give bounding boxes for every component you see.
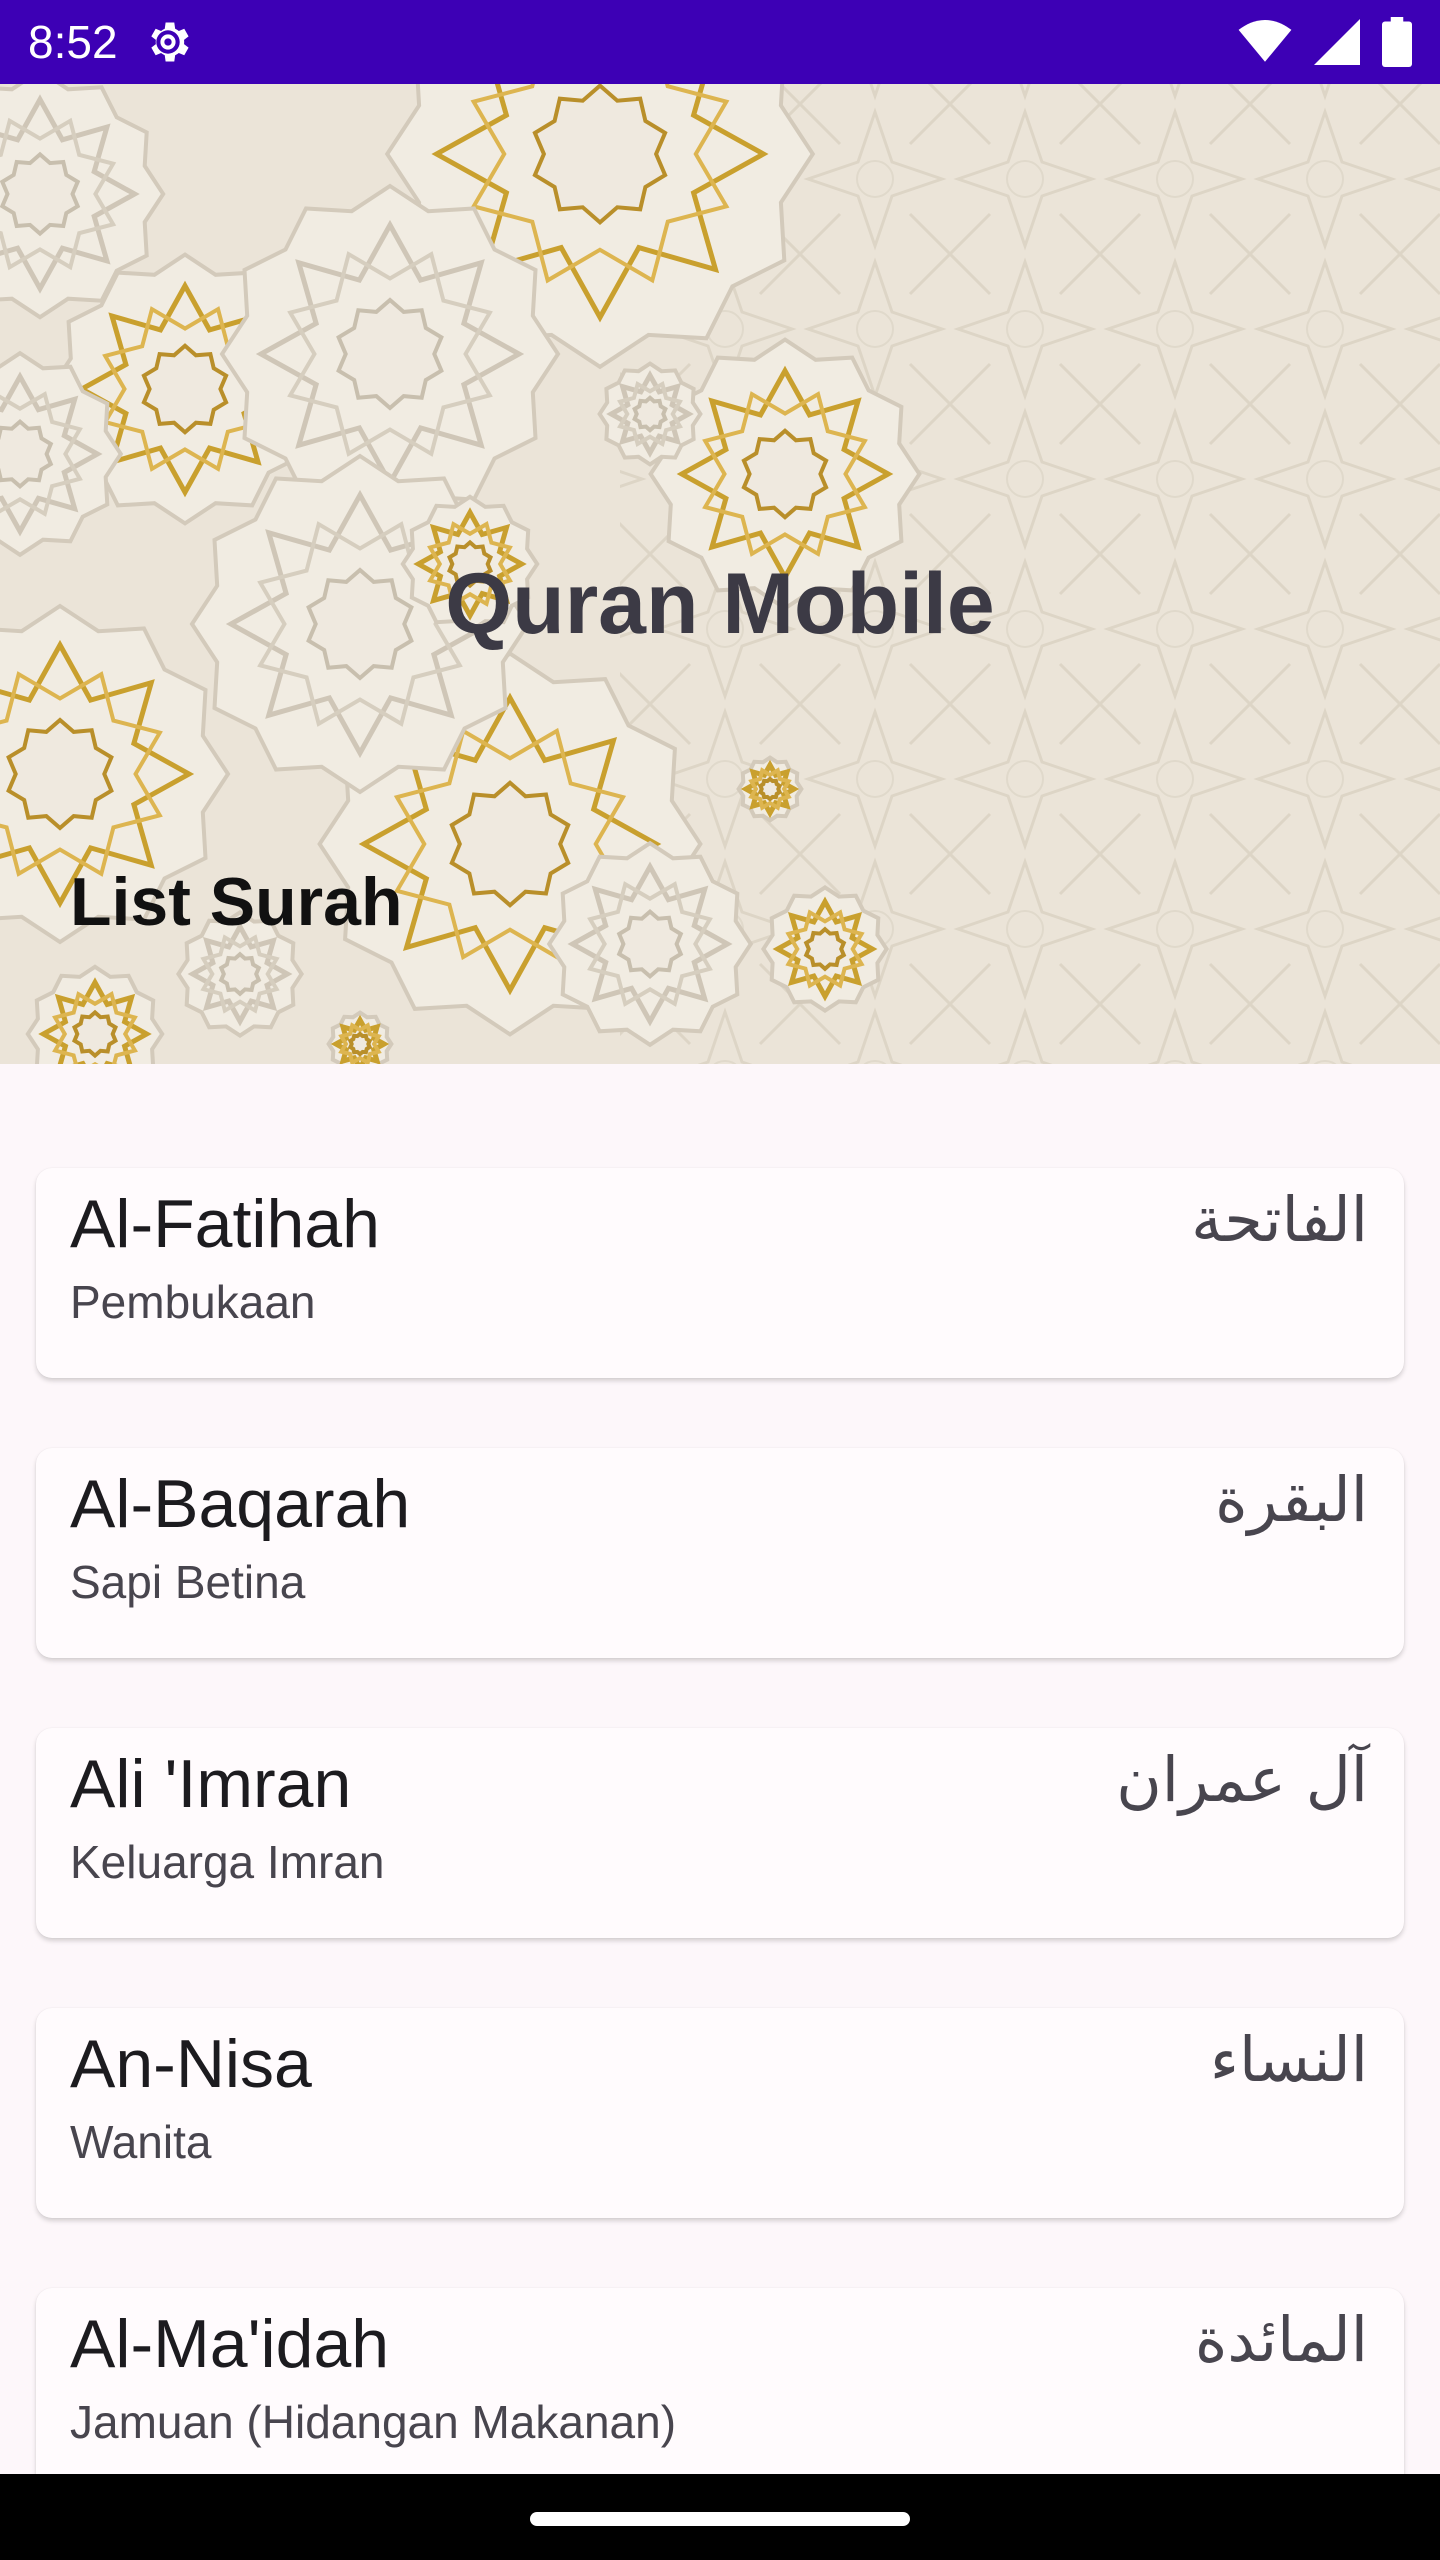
surah-arabic-name: المائدة: [1194, 2303, 1368, 2376]
surah-list[interactable]: Al-Fatihah Pembukaan الفاتحة Al-Baqarah …: [0, 1064, 1440, 2474]
cellular-signal-icon: [1314, 19, 1360, 65]
surah-latin-name: Al-Fatihah: [70, 1186, 380, 1262]
status-bar: 8:52: [0, 0, 1440, 84]
list-surah-heading: List Surah: [70, 864, 403, 940]
home-gesture-handle[interactable]: [530, 2512, 910, 2526]
surah-latin-name: Ali 'Imran: [70, 1746, 352, 1822]
status-time: 8:52: [28, 16, 118, 68]
surah-translation: Pembukaan: [70, 1276, 316, 1328]
surah-card-al-baqarah[interactable]: Al-Baqarah Sapi Betina البقرة: [36, 1448, 1404, 1658]
settings-gear-icon: [151, 22, 189, 62]
surah-translation: Keluarga Imran: [70, 1836, 385, 1888]
header-banner: Quran Mobile List Surah: [0, 84, 1440, 1064]
surah-translation: Wanita: [70, 2116, 212, 2168]
wifi-icon: [1238, 20, 1292, 62]
surah-translation: Sapi Betina: [70, 1556, 306, 1608]
navigation-bar: [0, 2474, 1440, 2560]
surah-arabic-name: آل عمران: [1116, 1743, 1368, 1816]
surah-card-ali-imran[interactable]: Ali 'Imran Keluarga Imran آل عمران: [36, 1728, 1404, 1938]
battery-icon: [1382, 17, 1412, 67]
surah-arabic-name: البقرة: [1215, 1463, 1368, 1536]
surah-arabic-name: الفاتحة: [1191, 1183, 1368, 1256]
surah-card-al-maidah[interactable]: Al-Ma'idah Jamuan (Hidangan Makanan) الم…: [36, 2288, 1404, 2474]
surah-latin-name: An-Nisa: [70, 2026, 312, 2102]
surah-card-an-nisa[interactable]: An-Nisa Wanita النساء: [36, 2008, 1404, 2218]
surah-latin-name: Al-Baqarah: [70, 1466, 411, 1542]
app-title: Quran Mobile: [445, 556, 995, 652]
surah-latin-name: Al-Ma'idah: [70, 2306, 390, 2382]
surah-arabic-name: النساء: [1209, 2023, 1368, 2096]
surah-translation: Jamuan (Hidangan Makanan): [70, 2396, 677, 2448]
surah-card-al-fatihah[interactable]: Al-Fatihah Pembukaan الفاتحة: [36, 1168, 1404, 1378]
status-icons: [1238, 16, 1412, 68]
